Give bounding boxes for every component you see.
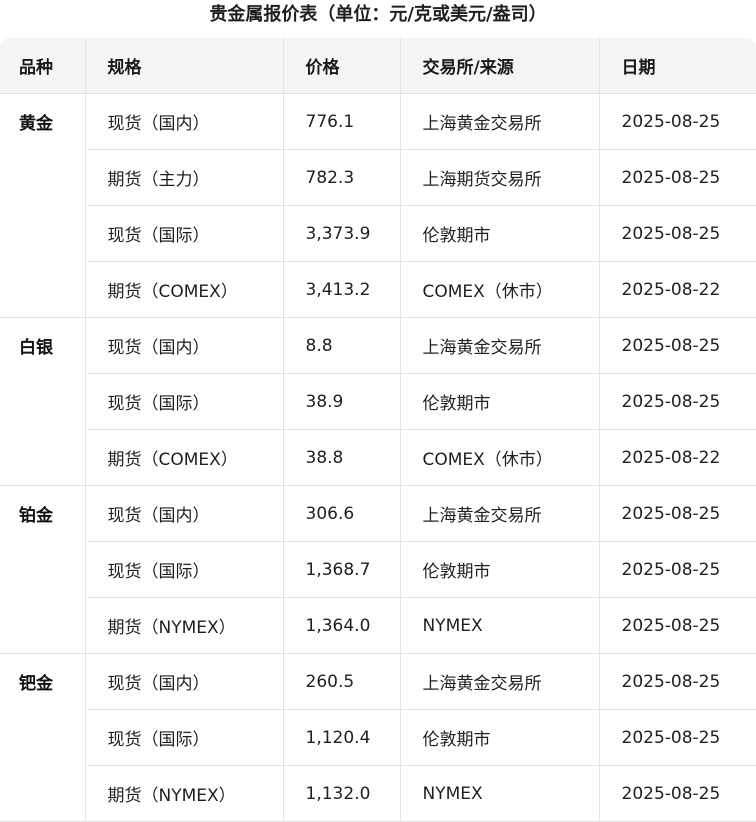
cell-spec: 期货（NYMEX） (85, 765, 284, 822)
price-table: 品种 规格 价格 交易所/来源 日期 黄金 现货（国内） 776.1 上海黄金交易所 2… (0, 38, 756, 822)
cell-date: 2025-08-25 (599, 597, 756, 654)
cell-price: 1,132.0 (283, 765, 401, 822)
cell-source: 上海黄金交易所 (400, 653, 600, 710)
table-header: 品种 规格 价格 交易所/来源 日期 (0, 38, 756, 94)
cell-source: 伦敦期市 (400, 373, 600, 430)
cell-kind: 黄金 (0, 93, 86, 150)
cell-spec: 现货（国内） (85, 317, 284, 374)
table-row: 期货（COMEX） 3,413.2 COMEX（休市） 2025-08-22 (0, 261, 756, 318)
cell-spec: 现货（国内） (85, 93, 284, 150)
cell-kind: 铂金 (0, 485, 86, 542)
header-source: 交易所/来源 (400, 38, 600, 94)
cell-date: 2025-08-25 (599, 205, 756, 262)
cell-date: 2025-08-25 (599, 709, 756, 766)
cell-date: 2025-08-25 (599, 149, 756, 206)
header-date: 日期 (599, 38, 756, 94)
cell-source: 伦敦期市 (400, 541, 600, 598)
table-row: 黄金 现货（国内） 776.1 上海黄金交易所 2025-08-25 (0, 93, 756, 150)
table-row: 现货（国际） 3,373.9 伦敦期市 2025-08-25 (0, 205, 756, 262)
cell-price: 8.8 (283, 317, 401, 374)
table-row: 期货（NYMEX） 1,364.0 NYMEX 2025-08-25 (0, 597, 756, 654)
cell-kind (0, 765, 86, 822)
cell-date: 2025-08-25 (599, 93, 756, 150)
cell-kind (0, 429, 86, 486)
cell-date: 2025-08-25 (599, 765, 756, 822)
cell-kind (0, 205, 86, 262)
cell-source: NYMEX (400, 765, 600, 822)
cell-source: COMEX（休市） (400, 261, 600, 318)
cell-spec: 期货（主力） (85, 149, 284, 206)
cell-kind (0, 261, 86, 318)
cell-spec: 期货（COMEX） (85, 429, 284, 486)
table-row: 白银 现货（国内） 8.8 上海黄金交易所 2025-08-25 (0, 317, 756, 374)
cell-kind (0, 373, 86, 430)
cell-source: 伦敦期市 (400, 709, 600, 766)
cell-kind: 白银 (0, 317, 86, 374)
table-row: 现货（国际） 1,368.7 伦敦期市 2025-08-25 (0, 541, 756, 598)
cell-price: 38.8 (283, 429, 401, 486)
cell-kind (0, 541, 86, 598)
cell-price: 306.6 (283, 485, 401, 542)
cell-price: 1,364.0 (283, 597, 401, 654)
cell-spec: 期货（COMEX） (85, 261, 284, 318)
cell-source: 上海黄金交易所 (400, 93, 600, 150)
cell-source: COMEX（休市） (400, 429, 600, 486)
cell-spec: 现货（国际） (85, 373, 284, 430)
table-row: 铂金 现货（国内） 306.6 上海黄金交易所 2025-08-25 (0, 485, 756, 542)
cell-date: 2025-08-25 (599, 653, 756, 710)
cell-date: 2025-08-25 (599, 541, 756, 598)
cell-date: 2025-08-25 (599, 317, 756, 374)
cell-price: 3,373.9 (283, 205, 401, 262)
table-row: 现货（国际） 1,120.4 伦敦期市 2025-08-25 (0, 709, 756, 766)
cell-price: 1,368.7 (283, 541, 401, 598)
cell-date: 2025-08-25 (599, 485, 756, 542)
table-row: 期货（COMEX） 38.8 COMEX（休市） 2025-08-22 (0, 429, 756, 486)
header-row: 品种 规格 价格 交易所/来源 日期 (0, 38, 756, 94)
cell-price: 38.9 (283, 373, 401, 430)
cell-kind (0, 149, 86, 206)
cell-source: 上海期货交易所 (400, 149, 600, 206)
cell-kind: 钯金 (0, 653, 86, 710)
header-kind: 品种 (0, 38, 86, 94)
table-body: 黄金 现货（国内） 776.1 上海黄金交易所 2025-08-25 期货（主力） 782.… (0, 93, 756, 822)
cell-spec: 现货（国际） (85, 709, 284, 766)
cell-kind (0, 597, 86, 654)
cell-date: 2025-08-22 (599, 261, 756, 318)
cell-date: 2025-08-22 (599, 429, 756, 486)
cell-price: 776.1 (283, 93, 401, 150)
cell-spec: 现货（国际） (85, 205, 284, 262)
cell-source: 上海黄金交易所 (400, 317, 600, 374)
cell-source: 伦敦期市 (400, 205, 600, 262)
cell-price: 1,120.4 (283, 709, 401, 766)
cell-price: 3,413.2 (283, 261, 401, 318)
table-row: 期货（主力） 782.3 上海期货交易所 2025-08-25 (0, 149, 756, 206)
cell-date: 2025-08-25 (599, 373, 756, 430)
cell-price: 782.3 (283, 149, 401, 206)
header-spec: 规格 (85, 38, 284, 94)
cell-kind (0, 709, 86, 766)
price-table-container: 品种 规格 价格 交易所/来源 日期 黄金 现货（国内） 776.1 上海黄金交易所 2… (0, 38, 756, 822)
table-row: 钯金 现货（国内） 260.5 上海黄金交易所 2025-08-25 (0, 653, 756, 710)
table-row: 现货（国际） 38.9 伦敦期市 2025-08-25 (0, 373, 756, 430)
header-price: 价格 (283, 38, 401, 94)
cell-price: 260.5 (283, 653, 401, 710)
cell-spec: 期货（NYMEX） (85, 597, 284, 654)
cell-spec: 现货（国内） (85, 485, 284, 542)
cell-spec: 现货（国内） (85, 653, 284, 710)
cell-source: NYMEX (400, 597, 600, 654)
table-caption: 贵金属报价表（单位：元/克或美元/盎司） (209, 4, 547, 25)
cell-spec: 现货（国际） (85, 541, 284, 598)
table-row: 期货（NYMEX） 1,132.0 NYMEX 2025-08-25 (0, 765, 756, 822)
cell-source: 上海黄金交易所 (400, 485, 600, 542)
